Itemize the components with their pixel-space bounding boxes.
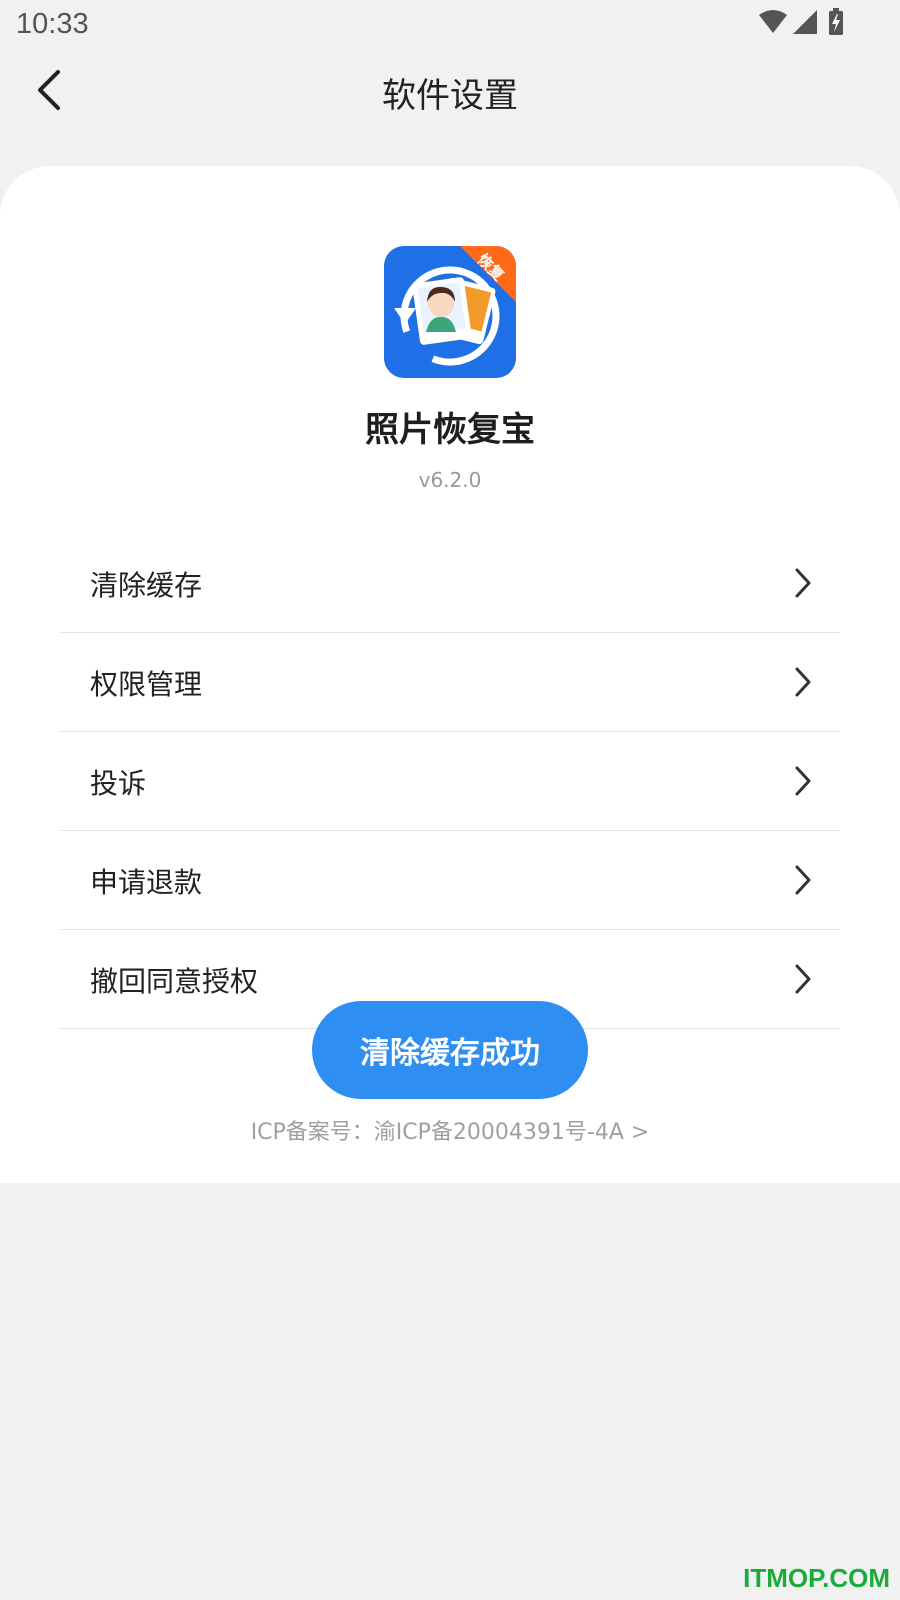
menu-item-complaint[interactable]: 投诉 bbox=[60, 732, 840, 831]
settings-card: 恢复 照片恢复宝 v6.2.0 清除缓存 权限管理 投诉 申请退款 撤回同意授权… bbox=[0, 166, 900, 1183]
icp-record-link[interactable]: ICP备案号：渝ICP备20004391号-4A > bbox=[0, 1114, 900, 1146]
wifi-icon bbox=[758, 9, 788, 35]
page-title: 软件设置 bbox=[382, 76, 518, 116]
chevron-right-icon bbox=[794, 963, 812, 999]
battery-charging-icon bbox=[828, 8, 844, 36]
watermark: ITMOP.COM bbox=[743, 1563, 890, 1593]
chevron-right-icon bbox=[794, 864, 812, 900]
menu-item-label: 撤回同意授权 bbox=[90, 965, 259, 998]
menu-item-clear-cache[interactable]: 清除缓存 bbox=[60, 534, 840, 633]
status-bar: 10:33 bbox=[0, 0, 900, 50]
nav-bar: 软件设置 bbox=[0, 50, 900, 136]
chevron-right-icon bbox=[794, 567, 812, 603]
menu-item-label: 权限管理 bbox=[90, 668, 203, 701]
app-logo: 恢复 bbox=[384, 246, 516, 378]
chevron-right-icon bbox=[794, 666, 812, 702]
menu-item-refund[interactable]: 申请退款 bbox=[60, 831, 840, 930]
menu-item-label: 清除缓存 bbox=[90, 569, 203, 602]
status-time: 10:33 bbox=[16, 8, 89, 40]
status-icons bbox=[758, 8, 844, 36]
menu-item-permissions[interactable]: 权限管理 bbox=[60, 633, 840, 732]
app-version: v6.2.0 bbox=[418, 468, 482, 492]
cellular-signal-icon bbox=[792, 9, 818, 35]
settings-menu: 清除缓存 权限管理 投诉 申请退款 撤回同意授权 bbox=[60, 534, 840, 1029]
menu-item-label: 投诉 bbox=[90, 767, 147, 800]
chevron-right-icon bbox=[794, 765, 812, 801]
toast-message: 清除缓存成功 bbox=[312, 1001, 588, 1099]
app-name: 照片恢复宝 bbox=[365, 410, 535, 450]
menu-item-label: 申请退款 bbox=[90, 866, 203, 899]
